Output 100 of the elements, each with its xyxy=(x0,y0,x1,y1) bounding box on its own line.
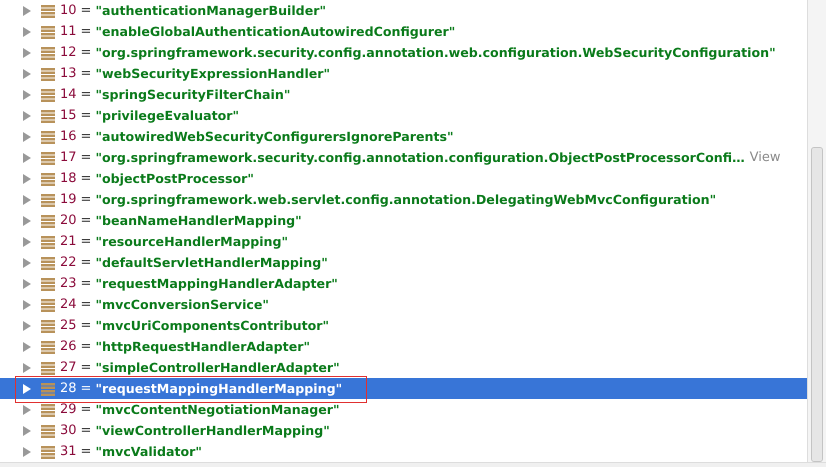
equals-sign: = xyxy=(80,381,92,396)
expand-arrow-icon[interactable] xyxy=(21,320,33,332)
expand-arrow-icon[interactable] xyxy=(21,4,33,16)
equals-sign: = xyxy=(80,87,92,102)
field-icon xyxy=(41,172,55,186)
item-index: 28 xyxy=(60,381,77,396)
equals-sign: = xyxy=(80,213,92,228)
field-icon xyxy=(41,192,55,206)
expand-arrow-icon[interactable] xyxy=(21,68,33,80)
expand-arrow-icon[interactable] xyxy=(21,278,33,290)
equals-sign: = xyxy=(80,150,92,165)
item-index: 27 xyxy=(60,360,77,375)
item-index: 26 xyxy=(60,339,77,354)
expand-arrow-icon[interactable] xyxy=(21,152,33,164)
expand-arrow-icon[interactable] xyxy=(21,340,33,352)
tree-row[interactable]: 17 = "org.springframework.security.config.annotation.configuration.ObjectPostProcessorConfi… View xyxy=(0,147,807,168)
field-icon xyxy=(41,150,55,164)
equals-sign: = xyxy=(80,3,92,18)
item-index: 29 xyxy=(60,402,77,417)
vertical-scrollbar[interactable] xyxy=(807,0,826,462)
item-index: 24 xyxy=(60,297,77,312)
tree-row[interactable]: 10 = "authenticationManagerBuilder" xyxy=(0,0,807,21)
item-value: "autowiredWebSecurityConfigurersIgnoreParents" xyxy=(95,129,454,144)
equals-sign: = xyxy=(80,129,92,144)
tree-row[interactable]: 12 = "org.springframework.security.config.annotation.web.configuration.WebSecurityConfiguration" xyxy=(0,42,807,63)
expand-arrow-icon[interactable] xyxy=(21,88,33,100)
expand-arrow-icon[interactable] xyxy=(21,256,33,268)
tree-row[interactable]: 30 = "viewControllerHandlerMapping" xyxy=(0,420,807,441)
field-icon xyxy=(41,66,55,80)
expand-arrow-icon[interactable] xyxy=(21,194,33,206)
tree-row[interactable]: 27 = "simpleControllerHandlerAdapter" xyxy=(0,357,807,378)
equals-sign: = xyxy=(80,24,92,39)
field-icon xyxy=(41,360,55,374)
item-value: "webSecurityExpressionHandler" xyxy=(95,66,330,81)
item-index: 30 xyxy=(60,423,77,438)
field-icon xyxy=(41,444,55,458)
equals-sign: = xyxy=(80,171,92,186)
scroll-thumb[interactable] xyxy=(811,147,823,462)
equals-sign: = xyxy=(80,276,92,291)
item-value: "mvcConversionService" xyxy=(95,297,269,312)
item-index: 12 xyxy=(60,45,77,60)
expand-arrow-icon[interactable] xyxy=(21,110,33,122)
item-index: 25 xyxy=(60,318,77,333)
field-icon xyxy=(41,402,55,416)
item-value: "springSecurityFilterChain" xyxy=(95,87,290,102)
field-icon xyxy=(41,340,55,354)
equals-sign: = xyxy=(80,45,92,60)
equals-sign: = xyxy=(80,360,92,375)
tree-row[interactable]: 20 = "beanNameHandlerMapping" xyxy=(0,210,807,231)
tree-row[interactable]: 13 = "webSecurityExpressionHandler" xyxy=(0,63,807,84)
item-index: 19 xyxy=(60,192,77,207)
expand-arrow-icon[interactable] xyxy=(21,362,33,374)
field-icon xyxy=(41,318,55,332)
field-icon xyxy=(41,88,55,102)
item-index: 17 xyxy=(60,150,77,165)
field-icon xyxy=(41,214,55,228)
tree-row[interactable]: 14 = "springSecurityFilterChain" xyxy=(0,84,807,105)
tree-row[interactable]: 26 = "httpRequestHandlerAdapter" xyxy=(0,336,807,357)
field-icon xyxy=(41,46,55,60)
expand-arrow-icon[interactable] xyxy=(21,298,33,310)
expand-arrow-icon[interactable] xyxy=(21,446,33,458)
item-value: "objectPostProcessor" xyxy=(95,171,254,186)
field-icon xyxy=(41,234,55,248)
tree-row[interactable]: 31 = "mvcValidator" xyxy=(0,441,807,462)
equals-sign: = xyxy=(80,318,92,333)
tree-row[interactable]: 24 = "mvcConversionService" xyxy=(0,294,807,315)
tree-row[interactable]: 18 = "objectPostProcessor" xyxy=(0,168,807,189)
item-value: "mvcUriComponentsContributor" xyxy=(95,318,330,333)
tree-row[interactable]: 29 = "mvcContentNegotiationManager" xyxy=(0,399,807,420)
tree-row[interactable]: 16 = "autowiredWebSecurityConfigurersIgnoreParents" xyxy=(0,126,807,147)
item-value: "resourceHandlerMapping" xyxy=(95,234,288,249)
expand-arrow-icon[interactable] xyxy=(21,236,33,248)
item-value: "authenticationManagerBuilder" xyxy=(95,3,326,18)
tree-row[interactable]: 23 = "requestMappingHandlerAdapter" xyxy=(0,273,807,294)
tree-row[interactable]: 11 = "enableGlobalAuthenticationAutowiredConfigurer" xyxy=(0,21,807,42)
item-value: "enableGlobalAuthenticationAutowiredConfigurer" xyxy=(95,24,456,39)
tree-row[interactable]: 19 = "org.springframework.web.servlet.config.annotation.DelegatingWebMvcConfiguration" xyxy=(0,189,807,210)
expand-arrow-icon[interactable] xyxy=(21,424,33,436)
tree-row[interactable]: 15 = "privilegeEvaluator" xyxy=(0,105,807,126)
field-icon xyxy=(41,298,55,312)
item-value: "simpleControllerHandlerAdapter" xyxy=(95,360,340,375)
equals-sign: = xyxy=(80,423,92,438)
tree-row[interactable]: 21 = "resourceHandlerMapping" xyxy=(0,231,807,252)
field-icon xyxy=(41,130,55,144)
item-value: "httpRequestHandlerAdapter" xyxy=(95,339,310,354)
item-value: "org.springframework.security.config.annotation.web.configuration.WebSecurityConfiguration" xyxy=(95,45,776,60)
tree-row[interactable]: 25 = "mvcUriComponentsContributor" xyxy=(0,315,807,336)
tree-row[interactable]: 22 = "defaultServletHandlerMapping" xyxy=(0,252,807,273)
view-link[interactable]: View xyxy=(750,150,781,165)
expand-arrow-icon[interactable] xyxy=(21,404,33,416)
expand-arrow-icon[interactable] xyxy=(21,214,33,226)
expand-arrow-icon[interactable] xyxy=(21,46,33,58)
expand-arrow-icon[interactable] xyxy=(21,382,33,394)
field-icon xyxy=(41,424,55,438)
expand-arrow-icon[interactable] xyxy=(21,172,33,184)
tree-row[interactable]: 28 = "requestMappingHandlerMapping" xyxy=(0,378,807,399)
item-index: 31 xyxy=(60,444,77,459)
expand-arrow-icon[interactable] xyxy=(21,26,33,38)
expand-arrow-icon[interactable] xyxy=(21,130,33,142)
equals-sign: = xyxy=(80,234,92,249)
